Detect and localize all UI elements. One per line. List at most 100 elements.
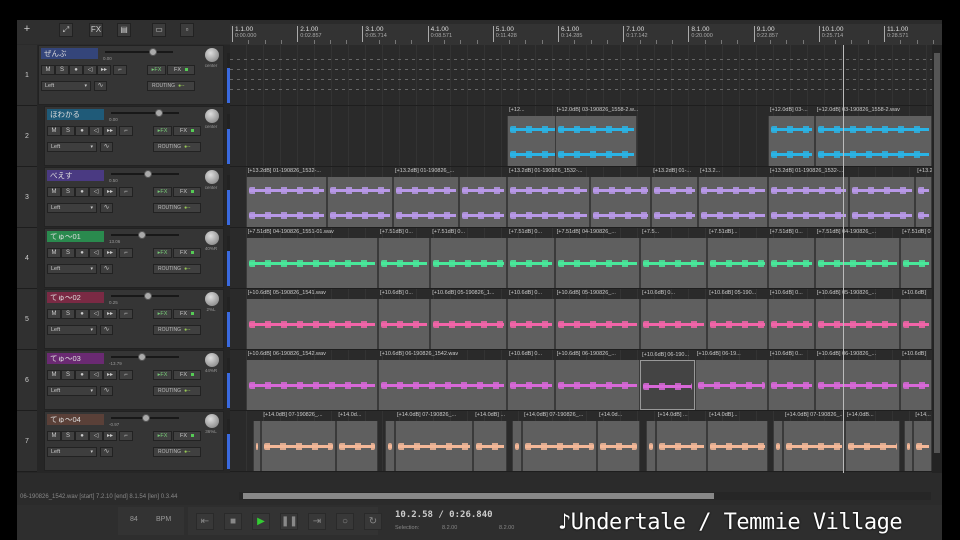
track-name[interactable]: ほわかる bbox=[47, 109, 104, 120]
envelope-button[interactable]: ∿ bbox=[100, 447, 113, 457]
media-item[interactable] bbox=[385, 421, 395, 471]
solo-button[interactable]: S bbox=[61, 126, 75, 136]
media-item[interactable]: [+7.51dB] 0... bbox=[430, 229, 508, 288]
media-item[interactable]: [+10.6dB] bbox=[900, 351, 932, 410]
io-button[interactable]: ▸▸ bbox=[103, 309, 117, 319]
automation-mode-button[interactable]: ⌐ bbox=[119, 431, 133, 441]
media-item[interactable]: [+7.51dB] 04-190826_... bbox=[554, 229, 641, 288]
playhead[interactable] bbox=[842, 45, 844, 473]
volume-knob[interactable] bbox=[137, 231, 146, 239]
media-item[interactable]: [+10.6dB] 06-19... bbox=[694, 351, 768, 410]
mute-button[interactable]: M bbox=[47, 309, 61, 319]
mute-button[interactable]: M bbox=[47, 370, 61, 380]
fx-button[interactable]: FX bbox=[173, 309, 201, 319]
input-channel-dropdown[interactable]: Left ▾ bbox=[47, 325, 97, 335]
monitor-button[interactable]: ◁ bbox=[89, 309, 103, 319]
fx-button[interactable]: FX bbox=[173, 370, 201, 380]
input-channel-dropdown[interactable]: Left ▾ bbox=[41, 81, 91, 91]
fx-button[interactable]: FX bbox=[89, 23, 103, 37]
volume-knob[interactable] bbox=[142, 414, 151, 422]
media-item[interactable]: [+13.2... bbox=[698, 168, 768, 227]
media-item[interactable]: [+14.0dB]... bbox=[707, 412, 768, 471]
media-item[interactable]: [+14.0dB] ... bbox=[655, 412, 708, 471]
media-item[interactable]: [+10.6dB] 06-190826_... bbox=[554, 351, 641, 410]
track-header[interactable]: 3 べえす 0.50 center M S ● ◁ ▸▸ ⌐ Left ▾ ∿ ▸FX FX ROUTING ●… bbox=[17, 167, 230, 228]
pan-knob[interactable] bbox=[205, 170, 219, 184]
fx-button[interactable]: FX bbox=[167, 65, 195, 75]
media-item[interactable]: [+14.0dB] 07-190826_... bbox=[782, 412, 845, 471]
media-item[interactable]: [+10.6dB] 05-190826_1541.wav bbox=[245, 290, 379, 349]
media-item[interactable]: [+7.51dB] 04-190826_1551-01.wav bbox=[245, 229, 379, 288]
media-item[interactable] bbox=[589, 177, 652, 227]
media-item[interactable] bbox=[848, 177, 916, 227]
media-item[interactable]: [+13.2 bbox=[915, 168, 932, 227]
media-item[interactable]: [+7.51dB]... bbox=[707, 229, 768, 288]
input-fx-button[interactable]: ▸FX bbox=[153, 248, 172, 258]
add-track-button[interactable]: + bbox=[20, 23, 34, 37]
media-item[interactable]: [+13.2dB] 01-190826_1532-... bbox=[245, 168, 328, 227]
mute-button[interactable]: M bbox=[47, 248, 61, 258]
track-header[interactable]: 5 てゅ〜02 0.25 2%L M S ● ◁ ▸▸ ⌐ Left ▾ ∿ ▸FX FX ROUTING ●-… bbox=[17, 289, 230, 350]
track-name[interactable]: べえす bbox=[47, 170, 104, 181]
envelope-button[interactable]: ∿ bbox=[100, 264, 113, 274]
input-fx-button[interactable]: ▸FX bbox=[153, 370, 172, 380]
media-item[interactable]: [+14.0dB] 07-190826_... bbox=[261, 412, 337, 471]
automation-mode-button[interactable]: ⌐ bbox=[119, 309, 133, 319]
track-header[interactable]: 6 てゅ〜03 -13.79 44%R M S ● ◁ ▸▸ ⌐ Left ▾ ∿ ▸FX FX ROUTIN… bbox=[17, 350, 230, 411]
media-item[interactable]: [+14.0dB] 07-190826_... bbox=[395, 412, 474, 471]
media-item[interactable]: [+12.0dB] 03-... bbox=[767, 107, 815, 166]
go-to-end-button[interactable]: ⇥ bbox=[308, 513, 326, 530]
volume-slider[interactable] bbox=[111, 231, 179, 239]
track-header[interactable]: 7 てゅ〜04 -0.97 36%L M S ● ◁ ▸▸ ⌐ Left ▾ ∿ ▸FX FX ROUTING… bbox=[17, 411, 230, 472]
record-arm-button[interactable]: ● bbox=[75, 309, 89, 319]
track-header[interactable]: 2 ほわかる 0.00 center M S ● ◁ ▸▸ ⌐ Left ▾ ∿ ▸FX FX ROUTING… bbox=[17, 106, 230, 167]
volume-slider[interactable] bbox=[111, 292, 179, 300]
routing-button[interactable]: ROUTING ●-- bbox=[147, 81, 195, 91]
automation-mode-button[interactable]: ⌐ bbox=[113, 65, 127, 75]
monitor-button[interactable]: ◁ bbox=[89, 187, 103, 197]
media-item[interactable]: [+10.6dB] 0... bbox=[640, 290, 708, 349]
pan-knob[interactable] bbox=[205, 292, 219, 306]
envelope-button[interactable]: ∿ bbox=[100, 325, 113, 335]
media-item[interactable]: [+7.51dB] 0... bbox=[507, 229, 555, 288]
envelope-button[interactable]: ∿ bbox=[100, 203, 113, 213]
horizontal-scroll-thumb[interactable] bbox=[243, 493, 714, 499]
solo-button[interactable]: S bbox=[55, 65, 69, 75]
pan-knob[interactable] bbox=[205, 48, 219, 62]
media-item[interactable]: [+10.6dB] 06-190826_1542.wav bbox=[245, 351, 379, 410]
pan-knob[interactable] bbox=[205, 109, 219, 123]
track-header[interactable]: 4 てゅ〜01 13.06 40%R M S ● ◁ ▸▸ ⌐ Left ▾ ∿ ▸FX FX ROUTING… bbox=[17, 228, 230, 289]
media-item[interactable]: [+13.2dB] 01-... bbox=[651, 168, 699, 227]
media-item[interactable] bbox=[252, 421, 262, 471]
fx-button[interactable]: FX bbox=[173, 431, 201, 441]
media-item[interactable]: [+10.6dB] 0... bbox=[507, 290, 555, 349]
record-arm-button[interactable]: ● bbox=[75, 431, 89, 441]
solo-button[interactable]: S bbox=[61, 431, 75, 441]
solo-button[interactable]: S bbox=[61, 370, 75, 380]
mute-button[interactable]: M bbox=[41, 65, 55, 75]
media-item[interactable]: [+10.6dB] 0... bbox=[767, 290, 815, 349]
record-arm-button[interactable]: ● bbox=[69, 65, 83, 75]
media-item[interactable]: [+14.0dB] ... bbox=[473, 412, 508, 471]
media-item[interactable]: [+10.6dB] 05-190826_1... bbox=[430, 290, 508, 349]
monitor-button[interactable]: ◁ bbox=[89, 126, 103, 136]
fx-button[interactable]: FX bbox=[173, 126, 201, 136]
input-fx-button[interactable]: ▸FX bbox=[147, 65, 166, 75]
monitor-button[interactable]: ◁ bbox=[89, 370, 103, 380]
pan-knob[interactable] bbox=[205, 231, 219, 245]
pan-knob[interactable] bbox=[205, 353, 219, 367]
media-item[interactable] bbox=[327, 177, 394, 227]
mute-button[interactable]: M bbox=[47, 187, 61, 197]
media-item[interactable]: [+14... bbox=[913, 412, 932, 471]
vertical-scroll-thumb[interactable] bbox=[934, 53, 940, 453]
solo-button[interactable]: S bbox=[61, 309, 75, 319]
io-button[interactable]: ▸▸ bbox=[103, 248, 117, 258]
volume-slider[interactable] bbox=[111, 414, 179, 422]
io-button[interactable]: ▸▸ bbox=[103, 187, 117, 197]
automation-mode-button[interactable]: ⌐ bbox=[119, 187, 133, 197]
media-item[interactable]: [+10.6dB] 0... bbox=[767, 351, 815, 410]
media-item[interactable]: [+10.6dB] 0... bbox=[507, 351, 555, 410]
routing-button[interactable]: ROUTING ●-- bbox=[153, 447, 201, 457]
volume-slider[interactable] bbox=[111, 109, 179, 117]
media-item[interactable] bbox=[512, 421, 523, 471]
